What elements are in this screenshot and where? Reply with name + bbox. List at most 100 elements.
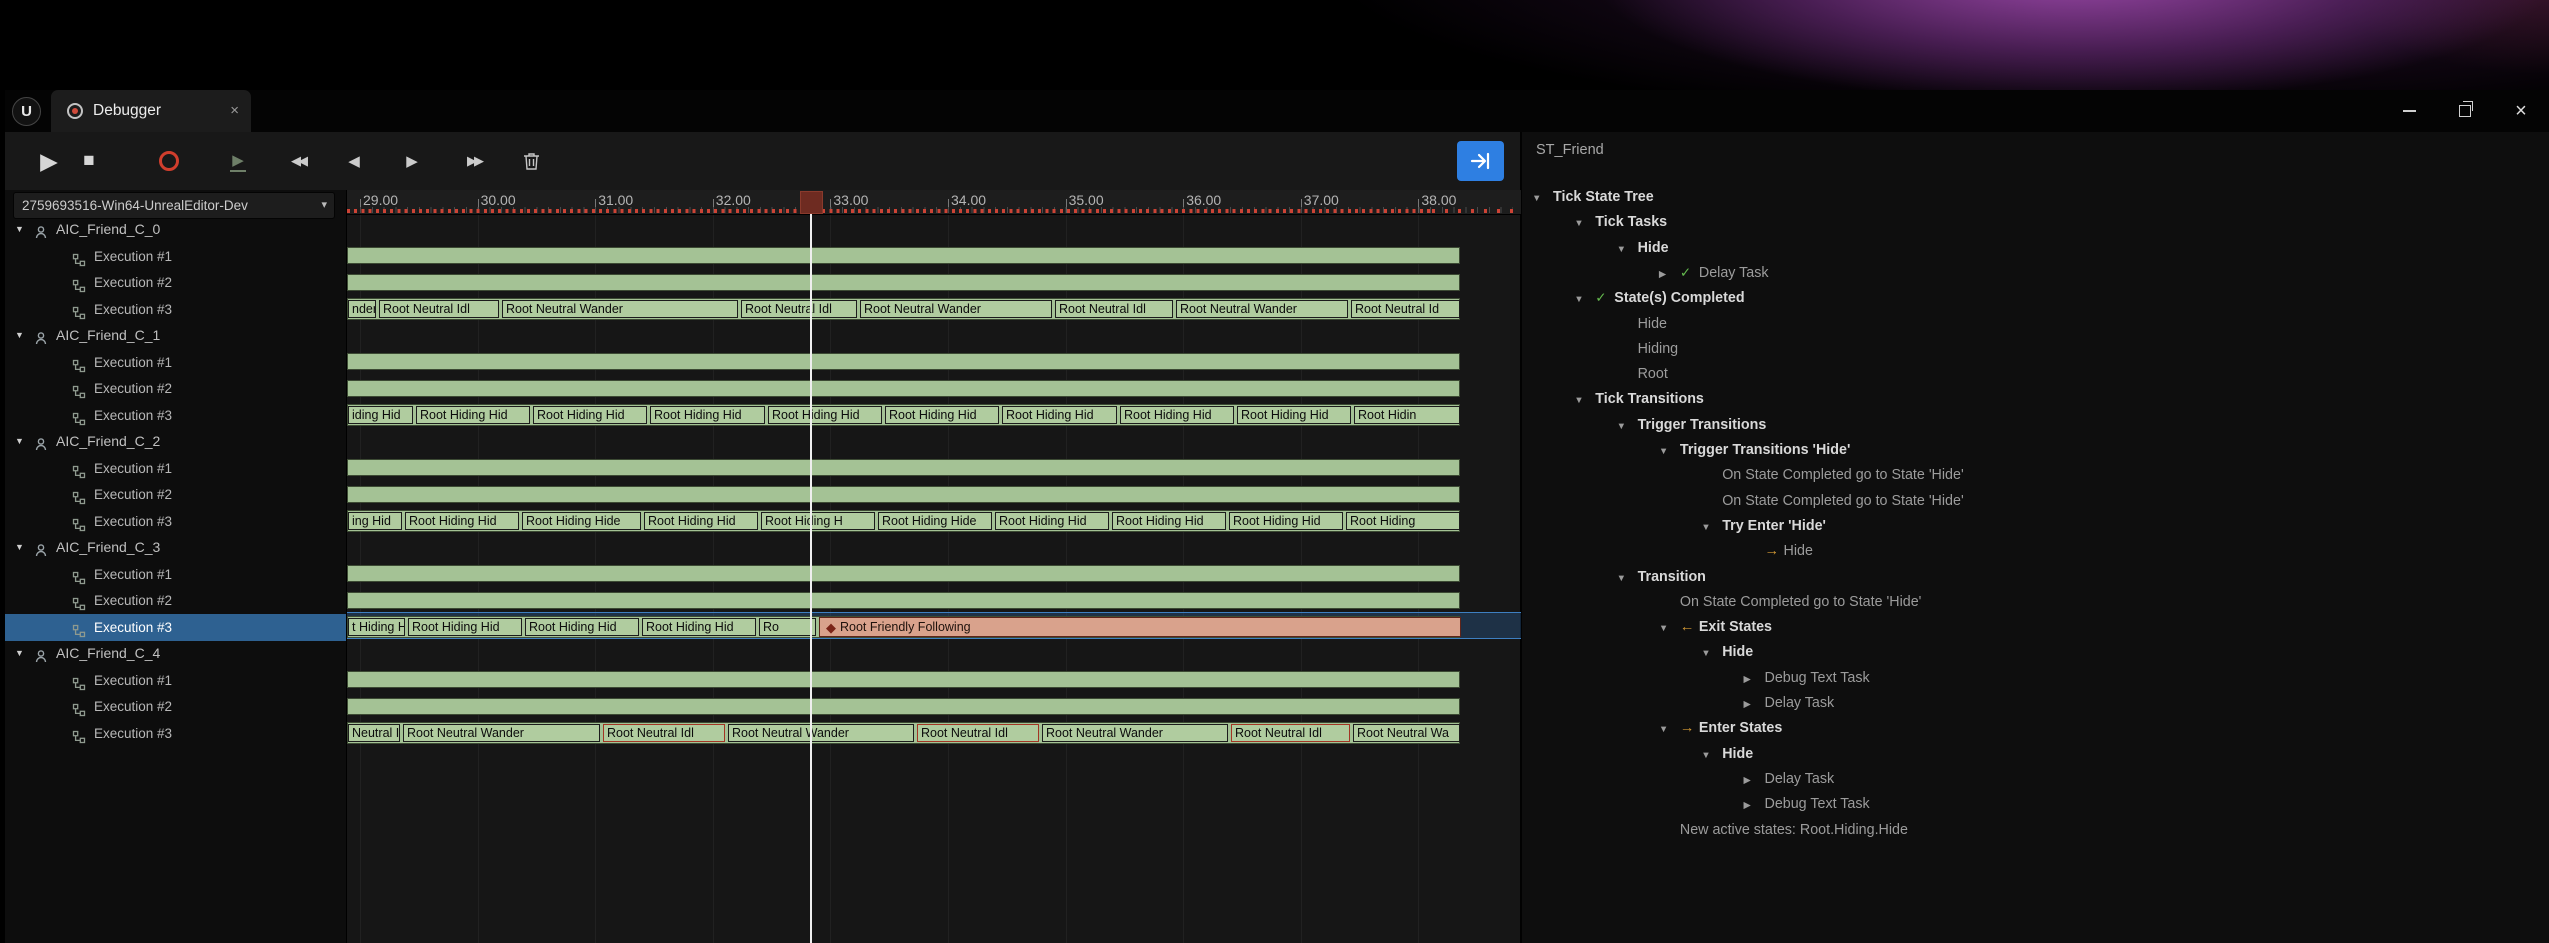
scrub-handle[interactable] <box>800 191 823 214</box>
tree-expander-icon[interactable]: ▼ <box>1659 616 1680 641</box>
execution-row[interactable]: Execution #2 <box>5 375 346 402</box>
execution-row[interactable]: Execution #1 <box>5 561 346 588</box>
state-segment[interactable]: Root Hiding Hid <box>416 406 530 424</box>
execution-row[interactable]: Execution #2 <box>5 693 346 720</box>
tree-expander-icon[interactable]: ▼ <box>15 322 29 349</box>
state-segment[interactable]: Root Hiding Hid <box>642 618 756 636</box>
state-segment[interactable]: Root Neutral Idl <box>917 724 1039 742</box>
state-segment[interactable]: Root Hiding Hid <box>1112 512 1226 530</box>
timeline-track-bar[interactable] <box>347 671 1460 688</box>
state-segment[interactable]: Root Hiding Hid <box>885 406 999 424</box>
timeline-track-bar[interactable] <box>347 592 1460 609</box>
tree-expander-icon[interactable]: ▼ <box>1617 566 1638 591</box>
tree-expander-icon[interactable]: ▼ <box>15 640 29 667</box>
timeline-track-bar[interactable] <box>347 459 1460 476</box>
event-segment[interactable]: ◆Root Friendly Following <box>819 617 1461 637</box>
tree-expander-icon[interactable]: ▼ <box>1574 287 1595 312</box>
statetree-row[interactable]: ▼Transition <box>1522 564 2549 589</box>
state-segment[interactable]: Root Neutral Idl <box>1231 724 1350 742</box>
tree-expander-icon[interactable]: ▼ <box>1701 515 1722 540</box>
state-segment[interactable]: Root Neutral Idl <box>741 300 857 318</box>
statetree-row[interactable]: ▼Trigger Transitions 'Hide' <box>1522 437 2549 462</box>
resume-step-button[interactable]: ▶ <box>223 132 253 190</box>
timeline-track-bar[interactable]: iding HidRoot Hiding HidRoot Hiding HidR… <box>347 404 1460 426</box>
state-segment[interactable]: Root Hiding H <box>761 512 875 530</box>
state-segment[interactable]: Root Neutral Id <box>1351 300 1460 318</box>
goto-latest-frame-button[interactable] <box>1457 141 1504 181</box>
statetree-row[interactable]: Root <box>1522 361 2549 386</box>
statetree-row[interactable]: ▼Tick Tasks <box>1522 209 2549 234</box>
statetree-row[interactable]: On State Completed go to State 'Hide' <box>1522 488 2549 513</box>
execution-row[interactable]: Execution #1 <box>5 667 346 694</box>
statetree-row[interactable]: ▶Debug Text Task <box>1522 665 2549 690</box>
tree-expander-icon[interactable]: ▼ <box>1574 388 1595 413</box>
tree-expander-icon[interactable]: ▼ <box>1701 743 1722 768</box>
frame-forward-button[interactable]: ▶ <box>397 132 427 190</box>
statetree-row[interactable]: ▶Debug Text Task <box>1522 791 2549 816</box>
instance-row[interactable]: ▼AIC_Friend_C_3 <box>5 534 346 561</box>
execution-row[interactable]: Execution #1 <box>5 455 346 482</box>
execution-row[interactable]: Execution #3 <box>5 508 346 535</box>
statetree-row[interactable]: ▼Tick State Tree <box>1522 184 2549 209</box>
tree-expander-icon[interactable]: ▼ <box>15 534 29 561</box>
state-segment[interactable]: Root Hiding Hid <box>1120 406 1234 424</box>
state-segment[interactable]: Root Neutral Wander <box>728 724 914 742</box>
frame-rewind-button[interactable]: ◀◀ <box>277 132 319 190</box>
timeline-panel[interactable]: 29.0030.0031.0032.0033.0034.0035.0036.00… <box>346 190 1521 943</box>
tree-expander-icon[interactable]: ▼ <box>15 428 29 455</box>
timeline-track-bar[interactable]: ing HidRoot Hiding HidRoot Hiding HideRo… <box>347 510 1460 532</box>
tree-expander-icon[interactable]: ▼ <box>1659 717 1680 742</box>
timeline-track-bar[interactable]: nderRoot Neutral IdlRoot Neutral WanderR… <box>347 298 1460 320</box>
state-segment[interactable]: ing Hid <box>348 512 402 530</box>
stop-button[interactable]: ■ <box>71 132 107 190</box>
minimize-button[interactable] <box>2387 90 2431 132</box>
timeline-track-bar[interactable] <box>347 353 1460 370</box>
state-segment[interactable]: Root Hiding Hid <box>768 406 882 424</box>
statetree-row[interactable]: ▼Tick Transitions <box>1522 386 2549 411</box>
statetree-row[interactable]: On State Completed go to State 'Hide' <box>1522 589 2549 614</box>
statetree-row[interactable]: ▶Delay Task <box>1522 766 2549 791</box>
state-segment[interactable]: Root Neutral Idl <box>379 300 499 318</box>
state-segment[interactable]: Root Neutral Wander <box>1042 724 1228 742</box>
state-segment[interactable]: nder <box>348 300 376 318</box>
state-segment[interactable]: Root Hiding Hid <box>1237 406 1351 424</box>
tree-expander-icon[interactable]: ▼ <box>1532 186 1553 211</box>
state-segment[interactable]: Root Neutral Idl <box>603 724 725 742</box>
timeline-track-bar[interactable] <box>347 274 1460 291</box>
play-button[interactable]: ▶ <box>29 132 69 190</box>
tab-close-icon[interactable]: × <box>230 90 239 132</box>
statetree-row[interactable]: ▼←Exit States <box>1522 614 2549 639</box>
state-segment[interactable]: t Hiding Hid <box>348 618 405 636</box>
tree-expander-icon[interactable]: ▶ <box>1659 262 1680 287</box>
tree-expander-icon[interactable]: ▶ <box>1744 768 1765 793</box>
state-segment[interactable]: Root Hiding Hid <box>1229 512 1343 530</box>
statetree-row[interactable]: ▼Hide <box>1522 235 2549 260</box>
state-segment[interactable]: Root Hidin <box>1354 406 1460 424</box>
state-segment[interactable]: Root Neutral Wander <box>1176 300 1348 318</box>
timeline-track-bar[interactable]: Neutral IdlRoot Neutral WanderRoot Neutr… <box>347 722 1460 744</box>
tab-debugger[interactable]: Debugger × <box>51 90 251 132</box>
state-segment[interactable]: Root Hiding Hid <box>405 512 519 530</box>
execution-row[interactable]: Execution #3 <box>5 720 346 747</box>
execution-row[interactable]: Execution #2 <box>5 587 346 614</box>
tree-expander-icon[interactable]: ▼ <box>1617 237 1638 262</box>
record-button[interactable] <box>151 132 187 190</box>
timeline-track-bar[interactable]: t Hiding Hid Root Hiding HidRoot Hiding H… <box>347 616 1460 638</box>
state-segment[interactable]: Root Hiding Hid <box>650 406 765 424</box>
timeline-track-bar[interactable] <box>347 698 1460 715</box>
statetree-row[interactable]: ▶✓Delay Task <box>1522 260 2549 285</box>
execution-row[interactable]: Execution #3 <box>5 296 346 323</box>
statetree-row[interactable]: Hide <box>1522 311 2549 336</box>
close-button[interactable]: × <box>2499 90 2543 132</box>
statetree-row[interactable]: On State Completed go to State 'Hide' <box>1522 462 2549 487</box>
state-segment[interactable]: Root Hiding Hide <box>878 512 992 530</box>
tree-expander-icon[interactable]: ▶ <box>1744 692 1765 717</box>
state-segment[interactable]: Root Neutral Wander <box>860 300 1052 318</box>
state-segment[interactable]: Root Neutral Wander <box>403 724 600 742</box>
state-segment[interactable]: Root Neutral Wa <box>1353 724 1460 742</box>
state-segment[interactable]: Root Hiding Hid <box>644 512 758 530</box>
state-segment[interactable]: Root Hiding Hid <box>525 618 639 636</box>
statetree-row[interactable]: Hiding <box>1522 336 2549 361</box>
statetree-row[interactable]: New active states: Root.Hiding.Hide <box>1522 817 2549 842</box>
tree-expander-icon[interactable]: ▼ <box>15 216 29 243</box>
